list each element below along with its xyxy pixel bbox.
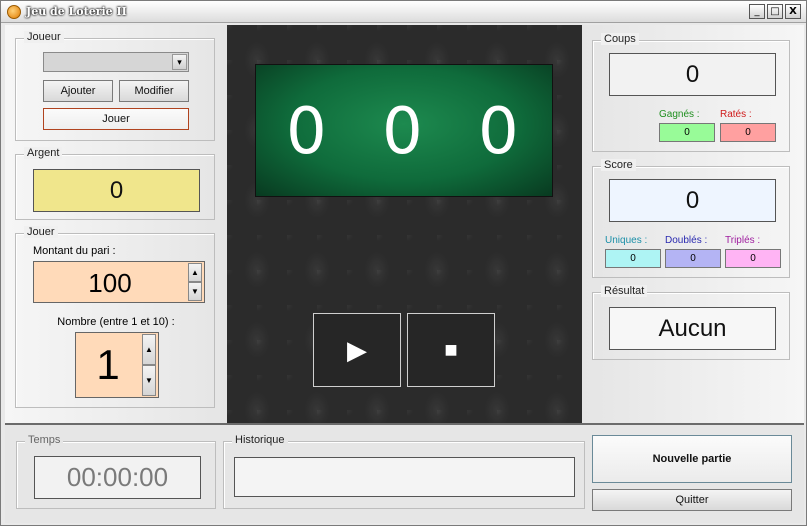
- single-count: 0: [605, 249, 661, 268]
- bet-amount-value[interactable]: 100: [34, 268, 186, 299]
- title-bar[interactable]: Jeu de Loterie II _ □ X: [1, 1, 806, 23]
- history-group-legend: Historique: [232, 434, 288, 446]
- bet-amount-stepper[interactable]: 100 ▲ ▼: [33, 261, 205, 303]
- bet-amount-label: Montant du pari :: [33, 245, 116, 257]
- time-group: Temps 00:00:00: [16, 434, 216, 509]
- app-icon: [7, 5, 21, 19]
- edit-player-button[interactable]: Modifier: [119, 80, 189, 102]
- lottery-digit-2: 0: [382, 95, 423, 169]
- chevron-down-icon[interactable]: ▾: [172, 54, 187, 70]
- score-group: Score 0 Uniques : Doublés : Triplés : 0 …: [592, 159, 790, 278]
- triple-label: Triplés :: [725, 235, 761, 246]
- double-count: 0: [665, 249, 721, 268]
- play-icon: ▶: [347, 334, 367, 365]
- number-value[interactable]: 1: [76, 341, 140, 389]
- shots-group-legend: Coups: [601, 33, 639, 45]
- triple-count: 0: [725, 249, 781, 268]
- double-label: Doublés :: [665, 235, 708, 246]
- bottom-panel: Temps 00:00:00 Historique Nouvelle parti…: [5, 423, 804, 523]
- number-label: Nombre (entre 1 et 10) :: [57, 316, 175, 328]
- time-group-legend: Temps: [25, 434, 64, 446]
- play-button[interactable]: Jouer: [43, 108, 189, 130]
- lottery-display: 0 0 0: [255, 64, 553, 197]
- lottery-digit-3: 0: [478, 95, 519, 169]
- lost-label: Ratés :: [720, 109, 752, 120]
- single-label: Uniques :: [605, 235, 648, 246]
- stop-icon: ■: [444, 337, 458, 362]
- score-display: 0: [609, 179, 776, 222]
- stop-button[interactable]: ■: [407, 313, 495, 387]
- minimize-button[interactable]: _: [749, 4, 765, 19]
- number-increase-icon[interactable]: ▲: [142, 334, 156, 365]
- window-title: Jeu de Loterie II: [26, 5, 127, 18]
- money-group: Argent 0: [15, 147, 215, 220]
- bet-increase-icon[interactable]: ▲: [188, 263, 202, 282]
- main-window: Jeu de Loterie II _ □ X Joueur ▾ Ajouter…: [0, 0, 807, 526]
- lottery-digit-1: 0: [286, 95, 327, 169]
- time-display: 00:00:00: [34, 456, 201, 499]
- bet-group-legend: Jouer: [24, 226, 58, 238]
- new-game-button[interactable]: Nouvelle partie: [592, 435, 792, 483]
- player-combobox[interactable]: ▾: [43, 52, 189, 72]
- shots-group: Coups 0 Gagnés : Ratés : 0 0: [592, 33, 790, 152]
- result-display: Aucun: [609, 307, 776, 350]
- player-group: Joueur ▾ Ajouter Modifier Jouer: [15, 31, 215, 141]
- money-group-legend: Argent: [24, 147, 63, 159]
- bet-group: Jouer Montant du pari : 100 ▲ ▼ Nombre (…: [15, 226, 215, 408]
- won-count: 0: [659, 123, 715, 142]
- number-stepper[interactable]: 1 ▲ ▼: [75, 332, 159, 398]
- right-panel: Coups 0 Gagnés : Ratés : 0 0 Score 0 Uni…: [582, 25, 804, 423]
- left-panel: Joueur ▾ Ajouter Modifier Jouer Argent 0…: [5, 25, 227, 423]
- money-display: 0: [33, 169, 200, 212]
- game-board: 0 0 0 ▶ ■: [227, 25, 582, 423]
- start-button[interactable]: ▶: [313, 313, 401, 387]
- close-button[interactable]: X: [785, 4, 801, 19]
- shots-display: 0: [609, 53, 776, 96]
- bet-decrease-icon[interactable]: ▼: [188, 282, 202, 301]
- quit-button[interactable]: Quitter: [592, 489, 792, 511]
- lost-count: 0: [720, 123, 776, 142]
- add-player-button[interactable]: Ajouter: [43, 80, 113, 102]
- history-group: Historique: [223, 434, 585, 509]
- result-group: Résultat Aucun: [592, 285, 790, 360]
- player-group-legend: Joueur: [24, 31, 64, 43]
- maximize-button[interactable]: □: [767, 4, 783, 19]
- won-label: Gagnés :: [659, 109, 700, 120]
- history-display: [234, 457, 575, 497]
- result-group-legend: Résultat: [601, 285, 648, 297]
- number-decrease-icon[interactable]: ▼: [142, 365, 156, 396]
- score-group-legend: Score: [601, 159, 636, 171]
